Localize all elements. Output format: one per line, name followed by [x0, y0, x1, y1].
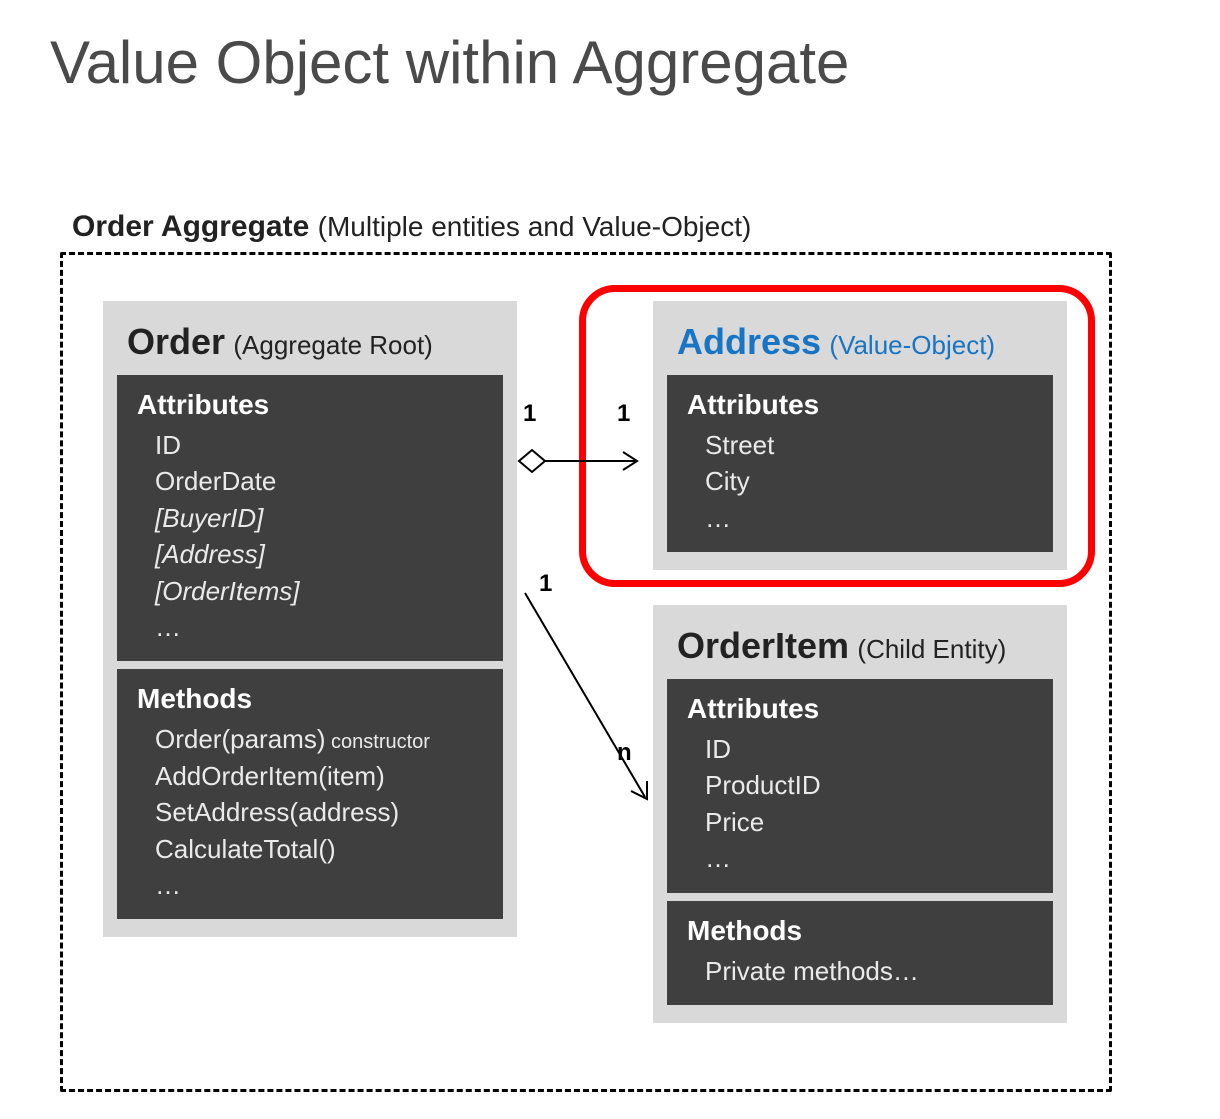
orderitem-method-private: Private methods…: [705, 953, 1033, 989]
order-attr-orderdate: OrderDate: [155, 463, 483, 499]
orderitem-methods-panel: Methods Private methods…: [667, 901, 1053, 1005]
orderitem-attributes-title: Attributes: [687, 693, 1033, 725]
address-attributes-title: Attributes: [687, 389, 1033, 421]
order-methods-title: Methods: [137, 683, 483, 715]
order-method-setaddress: SetAddress(address): [155, 794, 483, 830]
order-entity-box: Order (Aggregate Root) Attributes ID Ord…: [103, 301, 517, 937]
order-attributes-title: Attributes: [137, 389, 483, 421]
orderitem-attr-id: ID: [705, 731, 1033, 767]
order-title-bold: Order: [127, 321, 225, 362]
orderitem-attr-productid: ProductID: [705, 767, 1033, 803]
address-title: Address (Value-Object): [677, 321, 1053, 363]
orderitem-title-bold: OrderItem: [677, 625, 849, 666]
order-title: Order (Aggregate Root): [127, 321, 503, 363]
orderitem-attr-price: Price: [705, 804, 1033, 840]
orderitem-title: OrderItem (Child Entity): [677, 625, 1053, 667]
order-method-ctor: Order(params) constructor: [155, 721, 483, 757]
orderitem-methods-title: Methods: [687, 915, 1033, 947]
address-title-note: (Value-Object): [829, 330, 995, 360]
order-attr-buyerid: [BuyerID]: [155, 500, 483, 536]
order-method-calctotal: CalculateTotal(): [155, 831, 483, 867]
arrowhead-icon: [623, 452, 637, 470]
page-title: Value Object within Aggregate: [0, 0, 1220, 97]
order-attributes-panel: Attributes ID OrderDate [BuyerID] [Addre…: [117, 375, 503, 661]
order-attr-id: ID: [155, 427, 483, 463]
order-attr-address: [Address]: [155, 536, 483, 572]
mult-order-address-left: 1: [523, 400, 536, 428]
connector-order-orderitem: [517, 585, 667, 815]
orderitem-attributes-list: ID ProductID Price …: [687, 731, 1033, 877]
order-attributes-list: ID OrderDate [BuyerID] [Address] [OrderI…: [137, 427, 483, 645]
orderitem-attributes-panel: Attributes ID ProductID Price …: [667, 679, 1053, 893]
orderitem-attr-more: …: [705, 840, 1033, 876]
order-methods-panel: Methods Order(params) constructor AddOrd…: [117, 669, 503, 919]
orderitem-methods-list: Private methods…: [687, 953, 1033, 989]
connector-order-address: [517, 441, 657, 481]
address-attributes-panel: Attributes Street City …: [667, 375, 1053, 552]
address-entity-box: Address (Value-Object) Attributes Street…: [653, 301, 1067, 570]
mult-order-item-right: n: [617, 739, 632, 767]
aggregate-boundary: Order (Aggregate Root) Attributes ID Ord…: [60, 252, 1112, 1092]
address-title-bold: Address: [677, 321, 821, 362]
address-attr-street: Street: [705, 427, 1033, 463]
diamond-icon: [519, 450, 545, 472]
order-method-more: …: [155, 867, 483, 903]
order-attr-orderitems: [OrderItems]: [155, 573, 483, 609]
order-attr-more: …: [155, 609, 483, 645]
address-attr-more: …: [705, 500, 1033, 536]
orderitem-title-note: (Child Entity): [857, 634, 1006, 664]
mult-order-address-right: 1: [617, 400, 630, 428]
aggregate-label-bold: Order Aggregate: [72, 210, 309, 243]
order-title-note: (Aggregate Root): [233, 330, 432, 360]
arrowhead-icon: [631, 781, 647, 799]
orderitem-entity-box: OrderItem (Child Entity) Attributes ID P…: [653, 605, 1067, 1023]
address-attributes-list: Street City …: [687, 427, 1033, 536]
order-methods-list: Order(params) constructor AddOrderItem(i…: [137, 721, 483, 903]
order-method-additem: AddOrderItem(item): [155, 758, 483, 794]
mult-order-item-left: 1: [539, 570, 552, 598]
address-attr-city: City: [705, 463, 1033, 499]
aggregate-label-note: (Multiple entities and Value-Object): [318, 211, 752, 242]
aggregate-label: Order Aggregate (Multiple entities and V…: [72, 210, 751, 244]
